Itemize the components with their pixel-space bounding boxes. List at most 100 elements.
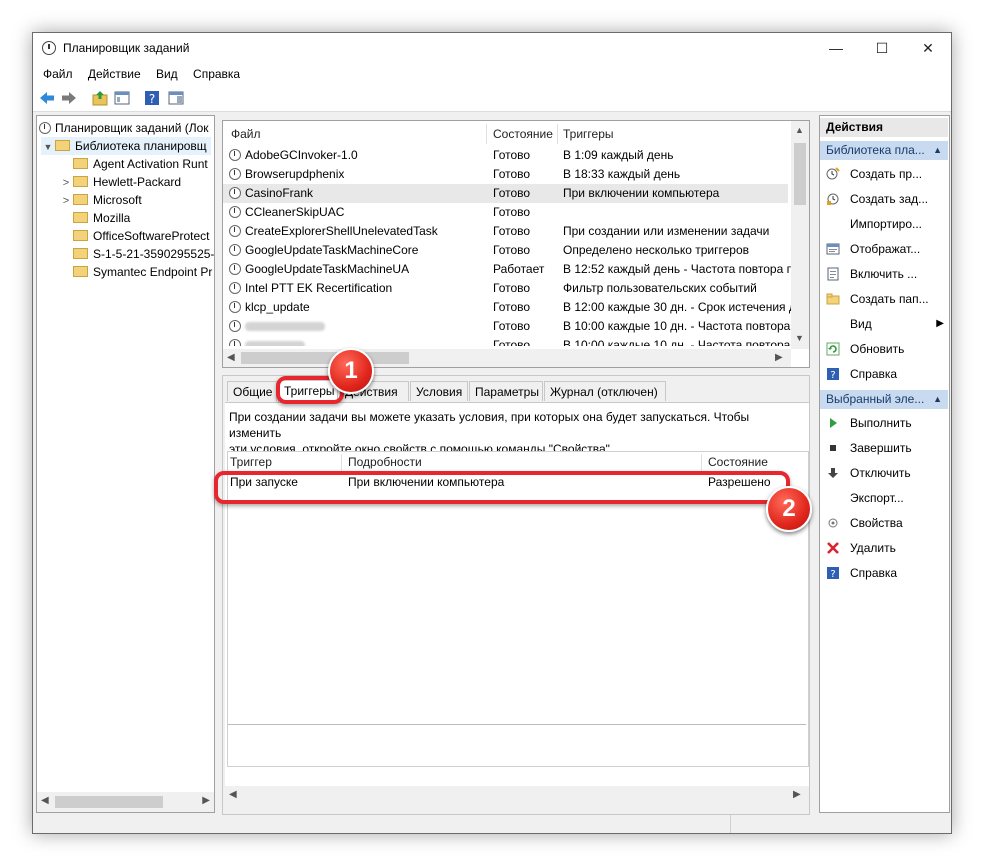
folder-icon (55, 140, 70, 152)
scroll-up-icon[interactable]: ▲ (795, 125, 804, 135)
column-details[interactable]: Подробности (348, 452, 422, 472)
tab-5[interactable]: Журнал (отключен) (544, 381, 666, 401)
task-trigger-cell: Определено несколько триггеров (563, 243, 750, 257)
menu-file[interactable]: Файл (37, 63, 79, 85)
chevron-right-icon[interactable]: > (59, 174, 73, 192)
action-item[interactable]: Обновить (820, 337, 948, 361)
action-item[interactable]: Завершить (820, 436, 948, 460)
clock-icon (229, 300, 241, 313)
tree-folder-item[interactable]: Symantec Endpoint Pr (59, 263, 212, 281)
tab-0[interactable]: Общие (227, 381, 277, 401)
task-row[interactable]: GoogleUpdateTaskMachineUA Работает В 12:52… (223, 260, 791, 279)
scrollbar-thumb[interactable] (794, 143, 806, 205)
action-item[interactable]: Экспорт... (820, 486, 948, 510)
collapse-up-icon[interactable]: ▲ (933, 141, 942, 160)
tree-folder-item[interactable]: S-1-5-21-3590295525- (59, 245, 214, 263)
action-item[interactable]: Выполнить (820, 411, 948, 435)
task-scheduler-window: Планировщик заданий — ☐ ✕ Файл Действие … (32, 32, 952, 834)
task-name-cell: CasinoFrank (229, 184, 484, 203)
tab-4[interactable]: Параметры (469, 381, 543, 401)
console-tree-icon[interactable] (113, 89, 131, 107)
tree-horizontal-scrollbar[interactable]: ◀ ▶ (37, 792, 214, 812)
close-button[interactable]: ✕ (905, 33, 951, 63)
details-horizontal-scrollbar[interactable]: ◀ ▶ (225, 786, 809, 804)
task-row[interactable]: CreateExplorerShellUnelevatedTask Готово П… (223, 222, 788, 241)
action-item[interactable]: ? Справка (820, 362, 948, 386)
task-row[interactable]: GoogleUpdateTaskMachineCore Готово Определ… (223, 241, 788, 260)
action-label: Отключить (850, 466, 911, 480)
task-row[interactable]: Готово В 10:00 каждые 10 дн. - Частота по… (223, 336, 791, 346)
selected-item-section-header[interactable]: Выбранный эле... ▲ (820, 390, 948, 409)
folder-icon (73, 248, 88, 260)
action-item[interactable]: Создать зад... (820, 187, 948, 211)
column-file[interactable]: Файл (231, 124, 261, 144)
scroll-left-icon[interactable]: ◀ (229, 789, 237, 800)
tree-root[interactable]: Планировщик заданий (Лок (39, 119, 209, 137)
chevron-down-icon[interactable]: ▼ (41, 138, 55, 156)
maximize-button[interactable]: ☐ (859, 33, 905, 63)
task-row[interactable]: Готово В 10:00 каждые 10 дн. - Частота по… (223, 317, 791, 336)
menu-action[interactable]: Действие (82, 63, 147, 85)
action-item[interactable]: Создать пр... (820, 162, 948, 186)
scroll-down-icon[interactable]: ▼ (795, 333, 804, 343)
folder-icon (73, 176, 88, 188)
task-status-cell: Готово (493, 186, 531, 200)
tree-folder-item[interactable]: OfficeSoftwareProtect (59, 227, 210, 245)
action-item[interactable]: Свойства (820, 511, 948, 535)
up-folder-icon[interactable] (91, 89, 109, 107)
action-item[interactable]: Отображат... (820, 237, 948, 261)
action-item[interactable]: Импортиро... (820, 212, 948, 236)
task-status-cell: Готово (493, 148, 531, 162)
column-status[interactable]: Состояние (493, 124, 553, 144)
action-item[interactable]: Вид ▶ (820, 312, 948, 336)
scroll-right-icon[interactable]: ▶ (793, 789, 801, 800)
forward-arrow-icon[interactable] (60, 89, 78, 107)
column-trigger[interactable]: Триггер (230, 452, 272, 472)
tree-folder-item[interactable]: Agent Activation Runt (59, 155, 208, 173)
task-list-horizontal-scrollbar[interactable]: ◀ ▶ (223, 349, 791, 367)
task-row[interactable]: Browserupdphenix Готово В 18:33 каждый ден… (223, 165, 788, 184)
action-item[interactable]: Создать пап... (820, 287, 948, 311)
scrollbar-thumb[interactable] (55, 796, 163, 808)
menu-view[interactable]: Вид (150, 63, 184, 85)
action-label: Справка (850, 566, 898, 580)
tree-folder-item[interactable]: > Microsoft (59, 191, 142, 209)
task-row[interactable]: AdobeGCInvoker-1.0 Готово В 1:09 каждый де… (223, 146, 788, 165)
minimize-button[interactable]: — (813, 33, 859, 63)
task-row[interactable]: Intel PTT EK Recertification Готово Фильтр… (223, 279, 788, 298)
action-item[interactable]: Удалить (820, 536, 948, 560)
tree-library[interactable]: ▼ Библиотека планировщ (41, 137, 211, 155)
scroll-left-icon[interactable]: ◀ (227, 352, 235, 363)
action-label: Выполнить (850, 416, 912, 430)
help-icon[interactable]: ? (143, 89, 161, 107)
tree-folder-item[interactable]: Mozilla (59, 209, 130, 227)
scroll-left-icon[interactable]: ◀ (41, 795, 49, 806)
chevron-right-icon[interactable]: > (59, 192, 73, 210)
task-row[interactable]: CasinoFrank Готово При включении компьютер… (223, 184, 788, 203)
action-item[interactable]: ? Справка (820, 561, 948, 585)
action-label: Завершить (850, 441, 912, 455)
task-name-cell: CreateExplorerShellUnelevatedTask (229, 222, 484, 241)
task-list-vertical-scrollbar[interactable]: ▲ ▼ (791, 121, 809, 349)
action-label: Создать зад... (850, 192, 929, 206)
action-item[interactable]: Включить ... (820, 262, 948, 286)
tab-3[interactable]: Условия (410, 381, 468, 401)
scrollbar-thumb[interactable] (241, 352, 409, 364)
redacted-name (245, 322, 325, 332)
task-status-cell: Готово (493, 319, 531, 333)
tree-folder-item[interactable]: > Hewlett-Packard (59, 173, 181, 191)
scroll-right-icon[interactable]: ▶ (202, 795, 210, 806)
task-status-cell: Готово (493, 243, 531, 257)
scroll-right-icon[interactable]: ▶ (775, 352, 783, 363)
task-row[interactable]: CCleanerSkipUAC Готово (223, 203, 788, 222)
collapse-up-icon[interactable]: ▲ (933, 390, 942, 409)
column-trigger-status[interactable]: Состояние (708, 452, 768, 472)
back-arrow-icon[interactable] (38, 89, 56, 107)
column-triggers[interactable]: Триггеры (563, 124, 614, 144)
menu-help[interactable]: Справка (187, 63, 246, 85)
action-pane-icon[interactable] (167, 89, 185, 107)
task-row[interactable]: klcp_update Готово В 12:00 каждые 30 дн. -… (223, 298, 791, 317)
action-label: Обновить (850, 342, 905, 356)
library-section-header[interactable]: Библиотека пла... ▲ (820, 141, 948, 160)
action-item[interactable]: Отключить (820, 461, 948, 485)
